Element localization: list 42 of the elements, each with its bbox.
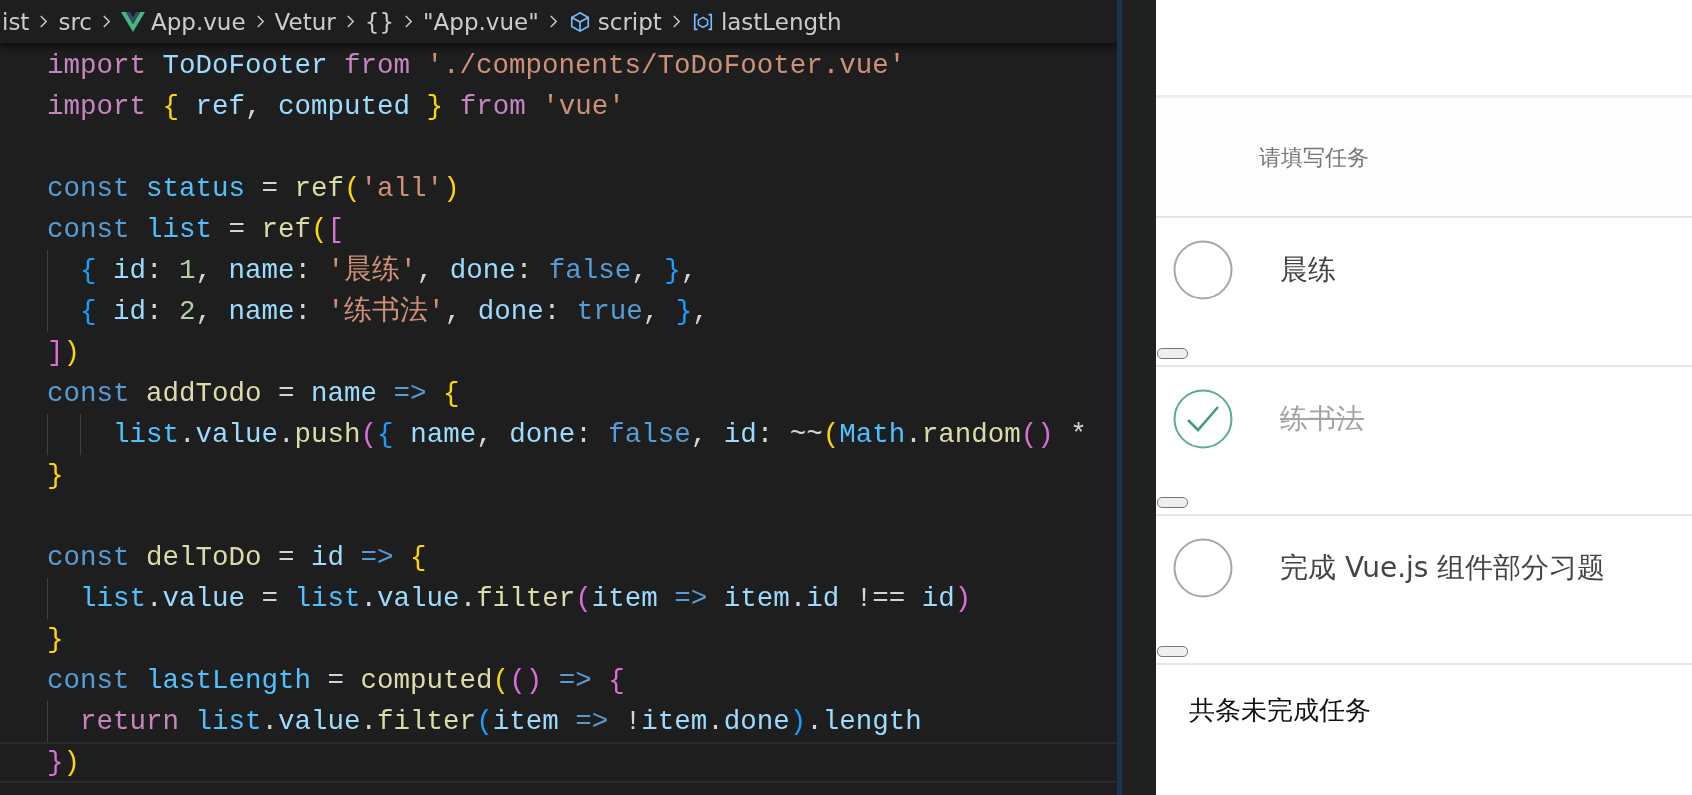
code-line: const addTodo = name => { [47, 378, 460, 409]
breadcrumb-item[interactable]: {} [364, 8, 395, 35]
task-name: 练书法 [1280, 401, 1364, 437]
task-name: 完成 Vue.js 组件部分习题 [1280, 550, 1606, 586]
breadcrumb-item[interactable]: App.vue [151, 8, 246, 35]
breadcrumb-item[interactable]: src [58, 8, 92, 35]
empty-circle-icon[interactable] [1173, 538, 1233, 598]
code-line: const lastLength = computed(() => { [47, 665, 625, 696]
checked-circle-icon[interactable] [1173, 389, 1233, 449]
small-button[interactable] [1157, 497, 1188, 508]
small-button[interactable] [1157, 646, 1188, 657]
chevron-icon [345, 14, 355, 29]
code-line: list.value = list.value.filter(item => item.id !== id) [79, 583, 972, 614]
chevron-icon [671, 14, 681, 29]
code-line: const list = ref([ [47, 214, 345, 245]
code-line: ]) [47, 337, 81, 368]
code-line: import { ref, computed } from 'vue' [47, 91, 625, 122]
code-line: const status = ref('all') [47, 173, 460, 204]
code-line: { id: 1, name: '晨练', done: false, }, [79, 255, 698, 286]
code-line: }) [47, 747, 81, 778]
breadcrumb-item[interactable]: lastLength [720, 8, 842, 35]
remaining-count-text: 共条未完成任务 [1189, 695, 1371, 725]
chevron-icon [548, 14, 558, 29]
vue-logo-icon [121, 10, 145, 33]
breadcrumb-item[interactable]: "App.vue" [423, 8, 539, 35]
task-name: 晨练 [1280, 252, 1336, 288]
chevron-icon [255, 14, 265, 29]
chevron-icon [404, 14, 414, 29]
code-line: import ToDoFooter from './components/ToDoFooter.vue' [47, 50, 906, 81]
small-button[interactable] [1157, 348, 1188, 359]
code-line: } [47, 624, 64, 655]
breadcrumb-item[interactable]: Vetur [274, 8, 336, 35]
code-line: list.value.push({ name, done: false, id: ~~(Math.random() * [112, 419, 1087, 450]
chevron-icon [39, 14, 49, 29]
code-line: return list.value.filter(item => !item.done).length [79, 706, 922, 737]
breadcrumb-item[interactable]: ist [2, 8, 30, 35]
chevron-icon [102, 14, 111, 29]
empty-circle-icon[interactable] [1173, 240, 1233, 300]
code-line: { id: 2, name: '练书法', done: true, }, [79, 296, 709, 327]
code-line: const delToDo = id => { [47, 542, 427, 573]
code-line: } [47, 460, 64, 491]
breadcrumb-item[interactable]: script [597, 8, 662, 35]
